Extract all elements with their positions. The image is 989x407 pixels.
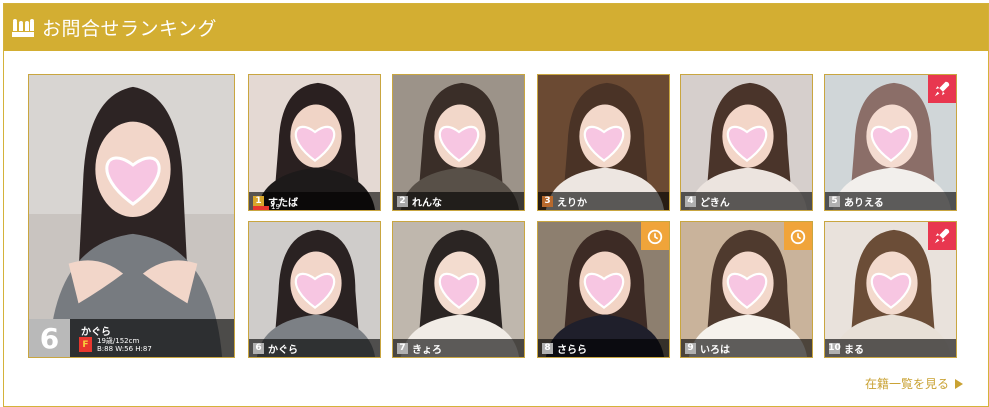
cast-card[interactable]: 1すたば19歳/150cm bbox=[248, 74, 381, 211]
heart-icon bbox=[726, 272, 768, 309]
featured-rank-number: 6 bbox=[29, 319, 70, 357]
featured-profile-sizes: B:88 W:56 H:87 bbox=[97, 345, 152, 353]
heart-icon bbox=[294, 125, 336, 162]
cast-name: ありえる bbox=[844, 197, 884, 209]
rank-bar: 8 さらら bbox=[538, 339, 669, 357]
rocket-icon bbox=[928, 75, 956, 103]
rank-number: 4 bbox=[685, 195, 696, 207]
cast-card[interactable]: 2 れんな bbox=[392, 74, 525, 211]
cast-card[interactable]: 6 かぐら bbox=[248, 221, 381, 358]
crown-icon bbox=[12, 18, 34, 37]
cup-badge: F bbox=[79, 337, 92, 352]
cast-card[interactable]: 10 まる bbox=[824, 221, 957, 358]
rank-number: 5 bbox=[829, 195, 840, 207]
heart-icon bbox=[438, 125, 480, 162]
rank-bar: 5 ありえる bbox=[825, 192, 956, 210]
rank-bar: 6 かぐら bbox=[249, 339, 380, 357]
profile-strip: 19歳/150cm bbox=[253, 203, 303, 211]
cast-card[interactable]: 4 どきん bbox=[680, 74, 813, 211]
rank-bar: 4 どきん bbox=[681, 192, 812, 210]
heart-icon bbox=[583, 125, 625, 162]
cast-card[interactable]: 8 さらら bbox=[537, 221, 670, 358]
cast-name: まる bbox=[844, 344, 864, 356]
featured-info-bar: 6 かぐら F 19歳/152cm B:88 W:56 H:87 bbox=[29, 319, 234, 357]
cast-card[interactable]: 5 ありえる bbox=[824, 74, 957, 211]
cast-card[interactable]: 3 えりか bbox=[537, 74, 670, 211]
heart-icon bbox=[294, 272, 336, 309]
view-all-link[interactable]: 在籍一覧を見る bbox=[865, 375, 963, 392]
rank-bar: 7 きょろ bbox=[393, 339, 524, 357]
cast-card[interactable]: 9 いろは bbox=[680, 221, 813, 358]
profile-text: 19歳/150cm bbox=[271, 203, 280, 211]
view-all-label: 在籍一覧を見る bbox=[864, 377, 949, 391]
rank-number: 6 bbox=[253, 342, 264, 354]
triangle-right-icon bbox=[955, 378, 963, 389]
rocket-icon bbox=[928, 222, 956, 250]
rank-number: 1 bbox=[253, 195, 264, 207]
heart-icon bbox=[726, 125, 768, 162]
rank-number: 3 bbox=[542, 195, 553, 207]
rank-bar: 3 えりか bbox=[538, 192, 669, 210]
rank-number: 2 bbox=[397, 195, 408, 207]
heart-icon bbox=[438, 272, 480, 309]
cast-name: きょろ bbox=[412, 344, 442, 356]
featured-cast-photo bbox=[29, 75, 234, 357]
ranking-header: お問合せランキング bbox=[4, 4, 988, 51]
cast-card[interactable]: 7 きょろ bbox=[392, 221, 525, 358]
clock-icon bbox=[641, 222, 669, 250]
rank-number: 7 bbox=[397, 342, 408, 354]
featured-cast-card[interactable]: 6 かぐら F 19歳/152cm B:88 W:56 H:87 bbox=[28, 74, 235, 358]
cup-strip bbox=[253, 206, 269, 210]
cast-name: えりか bbox=[557, 197, 587, 209]
heart-icon bbox=[105, 156, 161, 206]
heart-icon bbox=[870, 125, 912, 162]
rank-bar: 10 まる bbox=[825, 339, 956, 357]
rank-bar: 2 れんな bbox=[393, 192, 524, 210]
cast-name: かぐら bbox=[268, 344, 298, 356]
cast-name: さらら bbox=[557, 344, 587, 356]
heart-icon bbox=[870, 272, 912, 309]
rank-bar: 9 いろは bbox=[681, 339, 812, 357]
cast-name: どきん bbox=[700, 197, 730, 209]
rank-number: 8 bbox=[542, 342, 553, 354]
heart-icon bbox=[583, 272, 625, 309]
cast-name: いろは bbox=[700, 344, 730, 356]
rank-number: 9 bbox=[685, 342, 696, 354]
clock-icon bbox=[784, 222, 812, 250]
rank-number: 10 bbox=[828, 342, 841, 354]
section-title: お問合せランキング bbox=[42, 18, 217, 40]
cast-name: れんな bbox=[412, 197, 442, 209]
